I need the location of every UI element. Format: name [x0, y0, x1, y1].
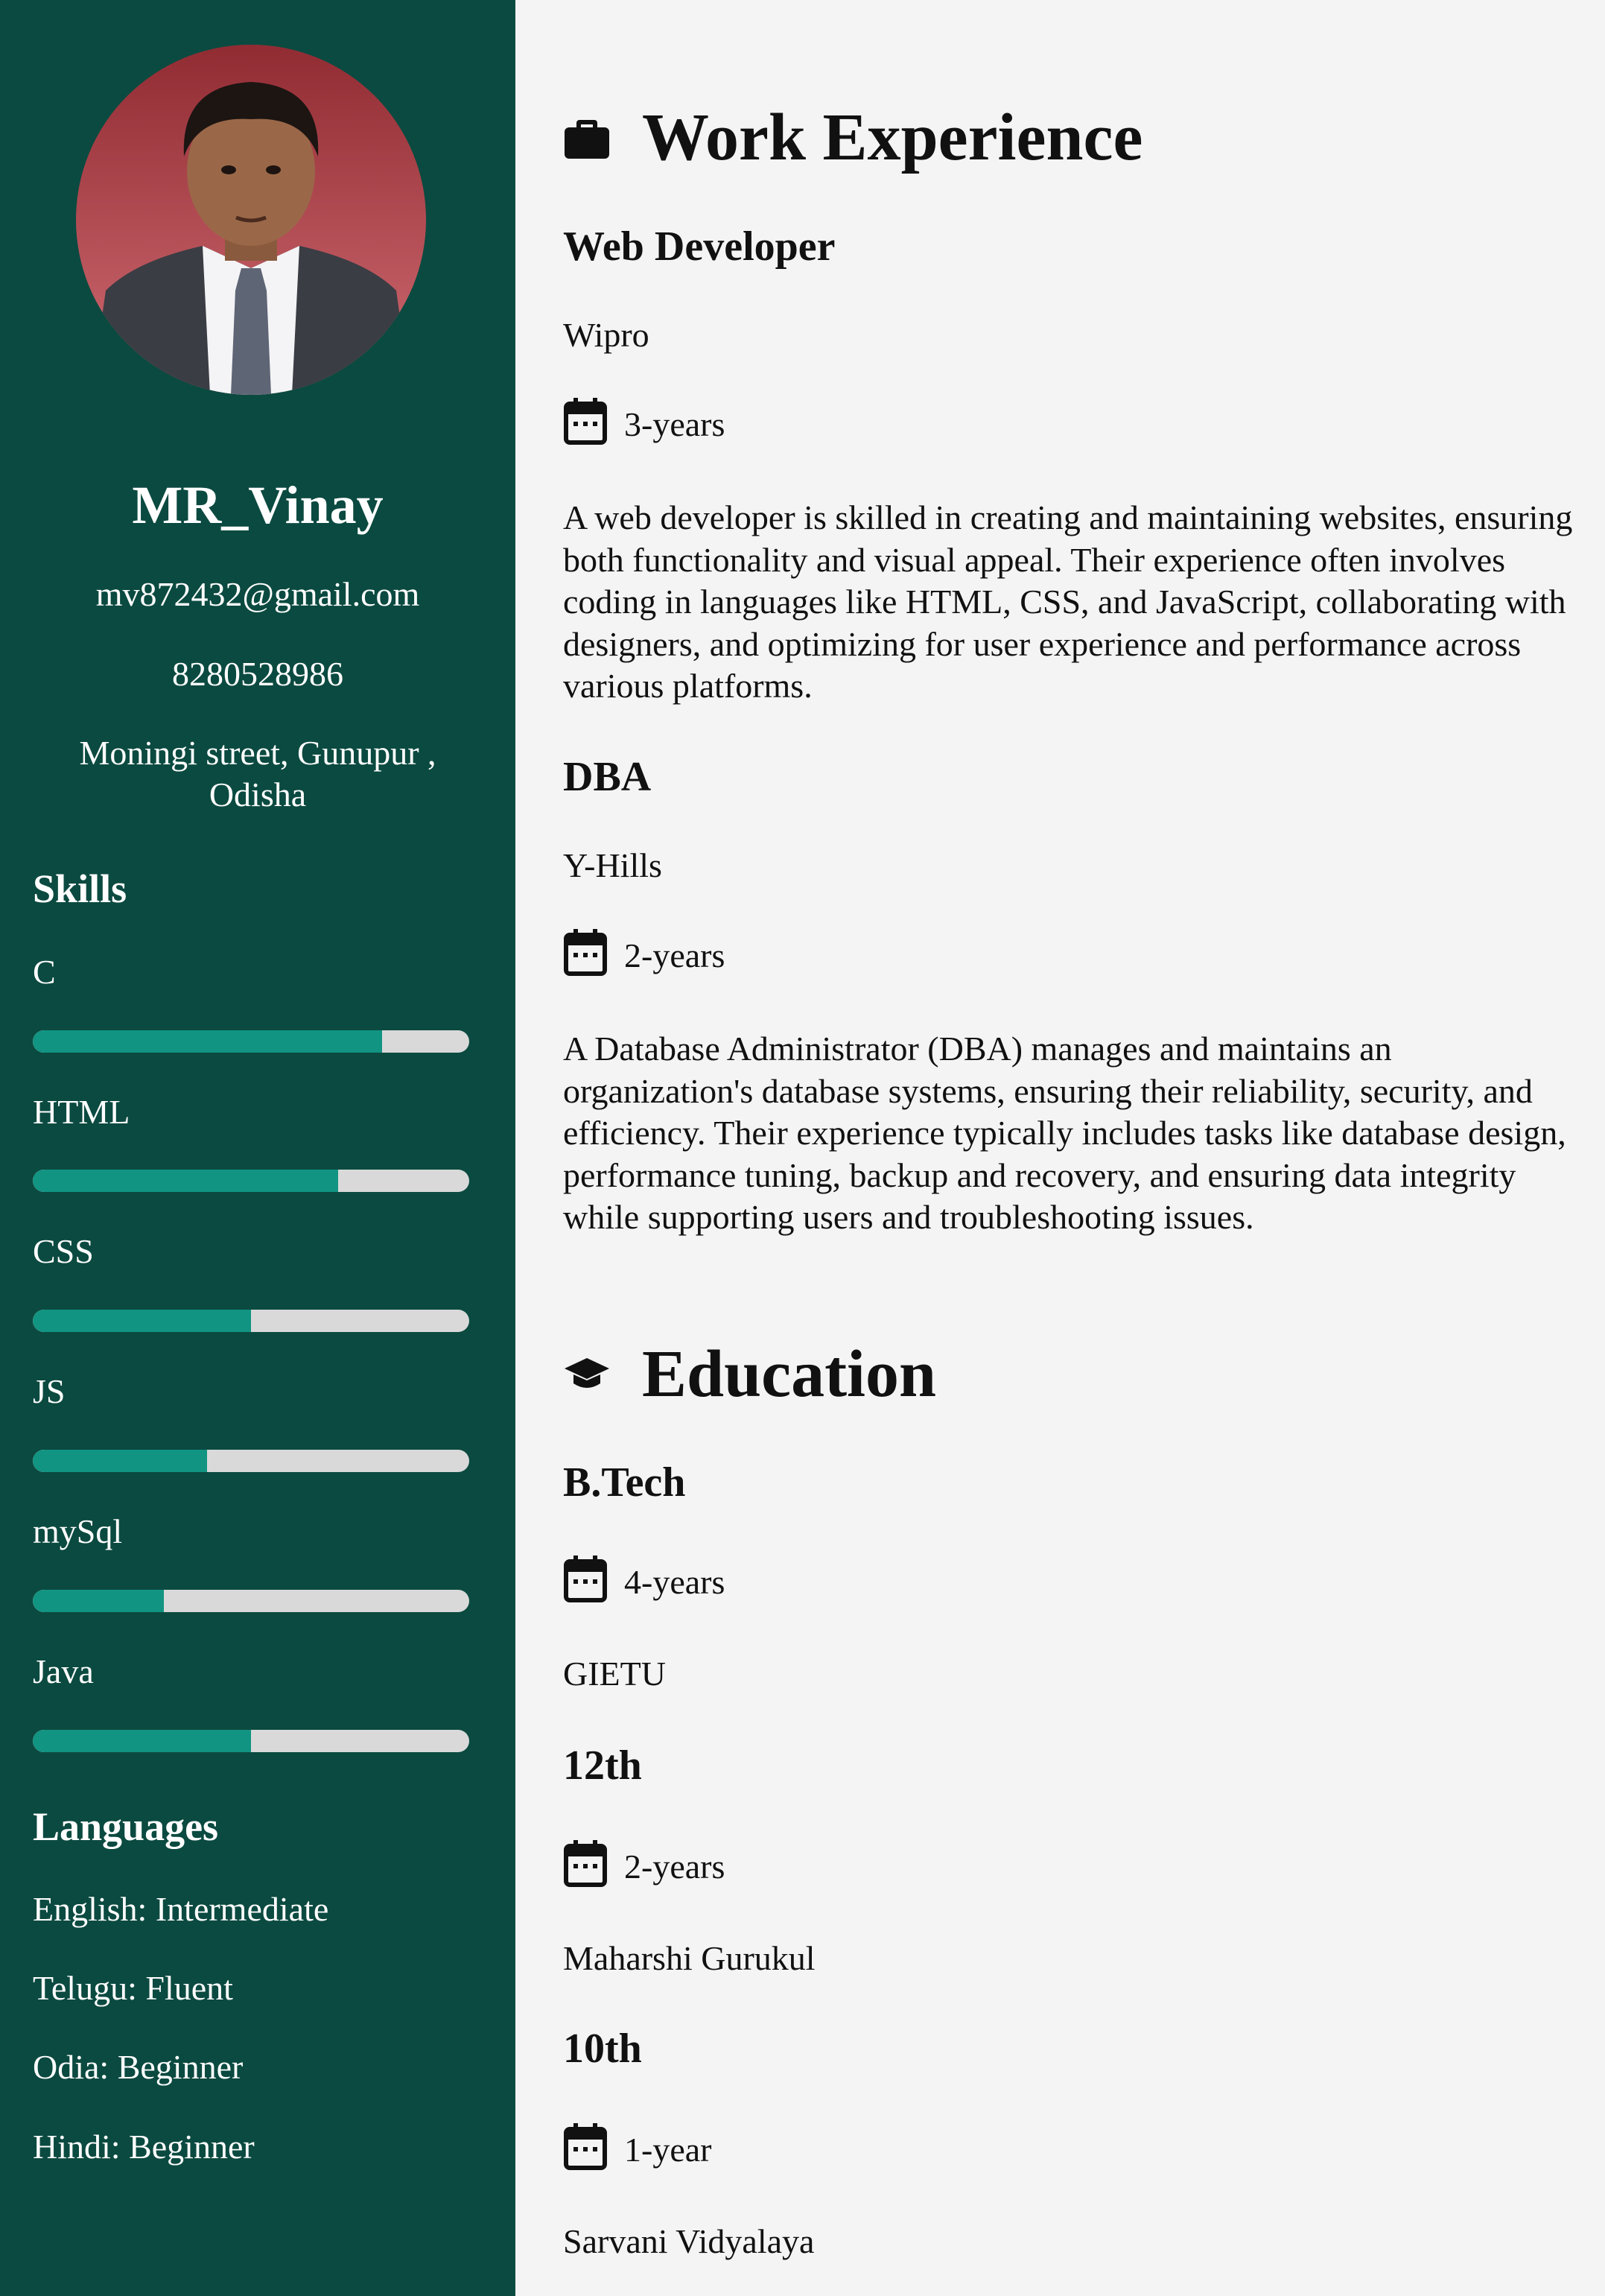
skill-label: Java [33, 1652, 94, 1690]
skill-bar [33, 1730, 469, 1752]
skill-bar-fill [33, 1450, 208, 1472]
work-experience-title: Work Experience [642, 101, 1143, 174]
skill-bar [33, 1170, 469, 1192]
languages-heading: Languages [33, 1804, 219, 1849]
skill-bar-fill [33, 1310, 251, 1332]
skill-label: C [33, 953, 56, 991]
skill-bar-fill [33, 1590, 164, 1612]
calendar-icon [563, 398, 608, 445]
job-company: Y-Hills [563, 846, 662, 884]
job-company: Wipro [563, 316, 649, 354]
skill-bar [33, 1310, 469, 1332]
profile-name: MR_Vinay [132, 475, 384, 535]
skill-bar-fill [33, 1730, 251, 1752]
skill-label: JS [33, 1372, 66, 1410]
job-title: Web Developer [563, 223, 836, 270]
skill-bar [33, 1450, 469, 1472]
education-institution: Sarvani Vidyalaya [563, 2222, 815, 2260]
job-duration-text: 3-years [624, 405, 725, 443]
education-title: Education [642, 1337, 937, 1411]
skill-bar-fill [33, 1170, 339, 1192]
education-duration: 2-years [563, 1840, 725, 1888]
profile-phone[interactable]: 8280528986 [30, 653, 486, 695]
skill-label: HTML [33, 1093, 130, 1131]
education-duration: 4-years [563, 1555, 725, 1603]
profile-email[interactable]: mv872432@gmail.com [30, 574, 486, 615]
education-degree: 12th [563, 1742, 642, 1789]
profile-address: Moningi street, Gunupur , Odisha [79, 734, 436, 814]
sidebar: MR_Vinay mv872432@gmail.com 8280528986 M… [0, 0, 515, 2296]
job-duration: 3-years [563, 398, 725, 445]
job-duration: 2-years [563, 929, 725, 977]
calendar-icon [563, 1555, 608, 1603]
work-experience-heading: Work Experience [563, 97, 1142, 179]
job-description: A web developer is skilled in creating a… [563, 498, 1573, 705]
main-content: Work Experience Web Developer Wipro 3-ye… [515, 0, 1605, 2296]
education-duration-text: 1-year [624, 2131, 712, 2169]
education-degree: B.Tech [563, 1459, 686, 1506]
skill-label: CSS [33, 1232, 94, 1270]
education-degree: 10th [563, 2026, 642, 2072]
language-item: Odia: Beginner [33, 2048, 244, 2086]
education-duration-text: 2-years [624, 1848, 725, 1886]
education-heading: Education [563, 1333, 936, 1415]
calendar-icon [563, 929, 608, 977]
skill-label: mySql [33, 1512, 123, 1550]
education-duration: 1-year [563, 2123, 711, 2171]
job-description: A Database Administrator (DBA) manages a… [563, 1030, 1566, 1236]
briefcase-icon [563, 114, 611, 162]
language-item: Hindi: Beginner [33, 2128, 255, 2166]
job-title: DBA [563, 754, 652, 800]
language-item: Telugu: Fluent [33, 1969, 233, 2007]
education-institution: GIETU [563, 1655, 666, 1693]
education-institution: Maharshi Gurukul [563, 1939, 816, 1977]
education-duration-text: 4-years [624, 1563, 725, 1601]
graduation-cap-icon [563, 1351, 611, 1398]
skill-bar-fill [33, 1030, 382, 1053]
calendar-icon [563, 1840, 608, 1888]
skill-bar [33, 1030, 469, 1053]
job-duration-text: 2-years [624, 936, 725, 974]
calendar-icon [563, 2123, 608, 2171]
skills-heading: Skills [33, 866, 127, 911]
profile-photo [76, 45, 426, 395]
language-item: English: Intermediate [33, 1890, 329, 1928]
skill-bar [33, 1590, 469, 1612]
